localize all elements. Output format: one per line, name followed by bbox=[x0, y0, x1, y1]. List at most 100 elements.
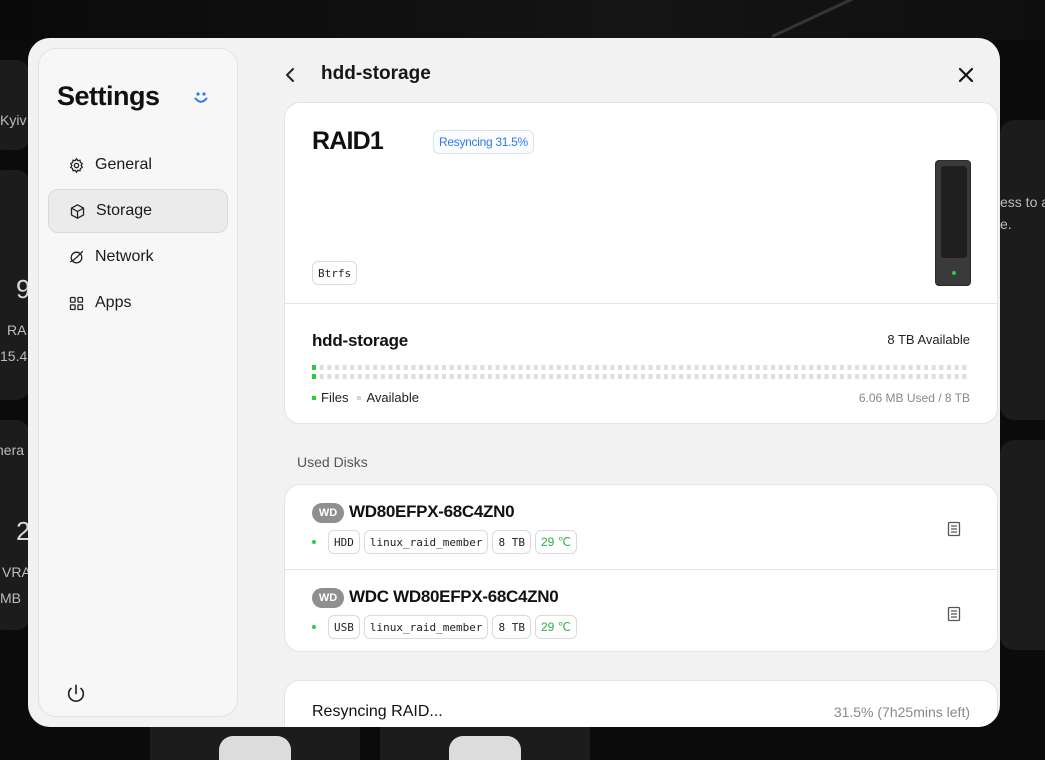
status-dot-icon bbox=[312, 625, 316, 629]
usage-cell-free bbox=[702, 365, 707, 370]
usage-cell-free bbox=[403, 365, 408, 370]
usage-cell-free bbox=[939, 365, 944, 370]
usage-cell-free bbox=[816, 374, 821, 379]
usage-cell-free bbox=[625, 374, 630, 379]
usage-cell-free bbox=[893, 374, 898, 379]
temperature-tag: 29 ℃ bbox=[534, 530, 578, 554]
usage-cell-free bbox=[595, 374, 600, 379]
widget-left-mid: 9 RA 15.4 bbox=[0, 170, 30, 400]
drive-enclosure-icon bbox=[935, 160, 971, 286]
usage-cell-free bbox=[962, 374, 967, 379]
usage-cell-free bbox=[801, 365, 806, 370]
widget-right-top: ess to a e. bbox=[1000, 120, 1045, 420]
usage-cell-free bbox=[357, 365, 362, 370]
usage-cell-free bbox=[533, 365, 538, 370]
usage-cell-free bbox=[342, 374, 347, 379]
usage-cell-free bbox=[832, 374, 837, 379]
usage-cell-free bbox=[533, 374, 538, 379]
widget-text: nera bbox=[0, 442, 25, 458]
sidebar-item-label: Apps bbox=[95, 294, 132, 311]
power-icon[interactable] bbox=[65, 683, 87, 705]
sidebar-item-network[interactable]: Network bbox=[48, 235, 228, 279]
usage-cell-free bbox=[954, 365, 959, 370]
filesystem-tag: Btrfs bbox=[312, 261, 358, 285]
usage-cell-free bbox=[778, 365, 783, 370]
usage-cell-free bbox=[656, 365, 661, 370]
widget-text: MB bbox=[0, 590, 21, 606]
usage-cell-free bbox=[487, 374, 492, 379]
files-legend-swatch bbox=[312, 395, 316, 400]
close-icon[interactable] bbox=[957, 66, 975, 84]
sidebar-nav: General Storage Network Apps bbox=[48, 143, 228, 327]
usage-cell-free bbox=[679, 374, 684, 379]
usage-cell-free bbox=[640, 365, 645, 370]
usage-cell-free bbox=[771, 374, 775, 379]
usage-cell-free bbox=[908, 374, 913, 379]
widget-text: VRA bbox=[2, 564, 30, 580]
usage-cell-free bbox=[495, 374, 500, 379]
sidebar-item-apps[interactable]: Apps bbox=[48, 281, 228, 325]
usage-cell-free bbox=[411, 374, 416, 379]
legend-files: Files bbox=[321, 390, 349, 405]
usage-cell-free bbox=[946, 365, 951, 370]
temperature-tag: 29 ℃ bbox=[534, 615, 578, 639]
usage-cell-free bbox=[388, 365, 393, 370]
usage-cell-free bbox=[633, 365, 638, 370]
grid-icon bbox=[69, 296, 84, 310]
usage-cell-free bbox=[442, 365, 447, 370]
usage-cell-free bbox=[572, 374, 577, 379]
status-badge: Resyncing 31.5% bbox=[433, 130, 534, 154]
chevron-left-icon[interactable] bbox=[282, 66, 300, 84]
available-space: 8 TB Available bbox=[887, 332, 970, 347]
widget-left-bottom: nera 2 VRA MB bbox=[0, 420, 30, 630]
usage-cell-free bbox=[564, 374, 569, 379]
disk-name: WD80EFPX-68C4ZN0 bbox=[349, 502, 515, 521]
usage-cell-free bbox=[855, 374, 860, 379]
widget-text: 15.4 bbox=[0, 348, 28, 364]
sidebar-item-label: Storage bbox=[96, 202, 153, 219]
used-disks-list: WD WD80EFPX-68C4ZN0 HDD linux_raid_membe… bbox=[284, 484, 998, 652]
usage-cell-free bbox=[640, 374, 645, 379]
usage-cell-free bbox=[327, 374, 332, 379]
resync-card: Resyncing RAID... 31.5% (7h25mins left) bbox=[284, 680, 998, 727]
usage-cell-free bbox=[786, 374, 791, 379]
available-legend-swatch bbox=[357, 395, 362, 400]
usage-cell-free bbox=[365, 374, 370, 379]
usage-cell-free bbox=[686, 365, 691, 370]
used-space: 6.06 MB Used / 8 TB bbox=[858, 391, 970, 405]
log-icon[interactable] bbox=[946, 606, 962, 622]
usage-cell-free bbox=[449, 374, 454, 379]
usage-cell-free bbox=[350, 374, 355, 379]
usage-cell-free bbox=[847, 374, 852, 379]
log-icon[interactable] bbox=[946, 521, 962, 537]
usage-cell-free bbox=[510, 374, 515, 379]
wd-logo-icon: WD bbox=[312, 588, 344, 608]
usage-cell-free bbox=[503, 365, 508, 370]
usage-cell-free bbox=[824, 374, 829, 379]
disk-tag: 8 TB bbox=[492, 530, 531, 554]
sidebar-item-storage[interactable]: Storage bbox=[48, 189, 228, 233]
usage-cell-free bbox=[924, 365, 928, 370]
usage-cell-free bbox=[503, 374, 508, 379]
usage-cell-free bbox=[495, 365, 500, 370]
usage-cell-free bbox=[885, 374, 890, 379]
sidebar-item-general[interactable]: General bbox=[48, 143, 228, 187]
usage-cell-free bbox=[763, 365, 768, 370]
usage-cell-used bbox=[312, 365, 316, 370]
usage-cell-free bbox=[602, 365, 607, 370]
usage-cell-free bbox=[442, 374, 447, 379]
dock-app-icon[interactable] bbox=[219, 736, 291, 760]
list-item[interactable]: WD WD80EFPX-68C4ZN0 HDD linux_raid_membe… bbox=[285, 485, 997, 569]
usage-cell-free bbox=[357, 374, 362, 379]
usage-cell-free bbox=[472, 374, 477, 379]
usage-cell-used bbox=[312, 374, 316, 379]
usage-cell-free bbox=[878, 365, 883, 370]
usage-cell-free bbox=[663, 365, 668, 370]
dock-app-icon[interactable] bbox=[449, 736, 521, 760]
usage-cell-free bbox=[778, 374, 783, 379]
list-item[interactable]: WD WDC WD80EFPX-68C4ZN0 USB linux_raid_m… bbox=[285, 569, 997, 651]
usage-cell-free bbox=[771, 365, 775, 370]
usage-cell-free bbox=[901, 365, 906, 370]
usage-cell-free bbox=[365, 365, 370, 370]
raid-card: RAID1 Resyncing 31.5% Btrfs hdd-storage … bbox=[284, 102, 998, 424]
